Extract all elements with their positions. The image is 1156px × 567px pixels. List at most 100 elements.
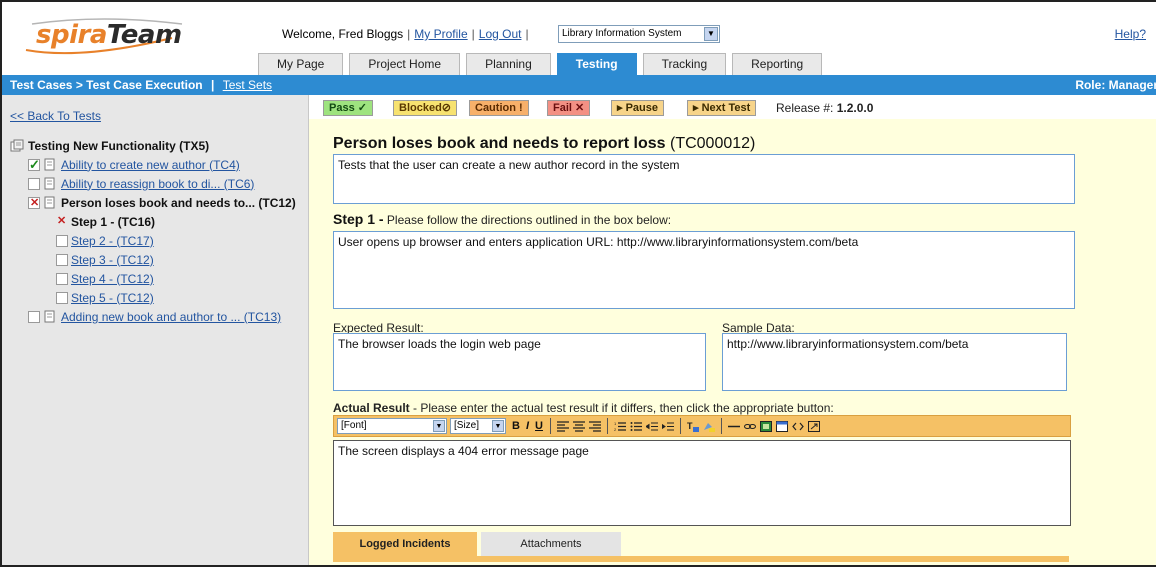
- welcome-text: Welcome, Fred Bloggs: [282, 27, 404, 41]
- test-case-id: (TC000012): [669, 135, 756, 152]
- not-run-checkbox-icon: [56, 234, 68, 247]
- actual-result-heading: Actual Result: [333, 401, 410, 415]
- tab-logged-incidents[interactable]: Logged Incidents: [333, 532, 477, 556]
- test-sets-link[interactable]: Test Sets: [223, 78, 272, 92]
- link-icon[interactable]: [743, 421, 756, 432]
- tree-step-label: Step 2 - (TC17): [71, 233, 154, 248]
- tree-item-label: Ability to reassign book to di... (TC6): [61, 176, 255, 191]
- tab-planning[interactable]: Planning: [466, 53, 551, 75]
- not-run-checkbox-icon: [56, 291, 68, 304]
- outdent-icon[interactable]: [645, 421, 658, 432]
- tree-item-tc12[interactable]: Person loses book and needs to... (TC12): [10, 193, 296, 212]
- toolbar-divider: [549, 418, 551, 434]
- align-left-icon[interactable]: [556, 420, 569, 432]
- release-value: 1.2.0.0: [836, 101, 874, 115]
- test-case-icon: [44, 158, 55, 171]
- logo-team: Team: [106, 20, 182, 50]
- pass-button[interactable]: Pass ✓: [323, 100, 373, 116]
- sidebar: << Back To Tests Testing New Functionali…: [2, 95, 309, 565]
- tree-item-tc4[interactable]: Ability to create new author (TC4): [10, 155, 296, 174]
- test-tree: Testing New Functionality (TX5) Ability …: [10, 136, 296, 326]
- align-right-icon[interactable]: [588, 420, 601, 432]
- not-run-checkbox-icon: [28, 310, 40, 323]
- rich-text-toolbar: [Font] ▼ [Size] ▼ B I U 12 T: [333, 415, 1071, 437]
- pause-button[interactable]: ▸ Pause: [611, 100, 664, 116]
- image-icon[interactable]: [759, 420, 772, 432]
- tab-testing[interactable]: Testing: [556, 53, 637, 75]
- next-test-button[interactable]: ▸ Next Test: [687, 100, 757, 116]
- test-case-name: Person loses book and needs to report lo…: [333, 135, 666, 152]
- test-case-title: Person loses book and needs to report lo…: [333, 135, 755, 153]
- indent-icon[interactable]: [661, 421, 674, 432]
- not-run-checkbox-icon: [56, 272, 68, 285]
- test-case-icon: [44, 177, 55, 190]
- back-to-tests-link[interactable]: << Back To Tests: [10, 109, 101, 123]
- test-case-icon: [44, 196, 55, 209]
- header: spiraTeam Welcome, Fred Bloggs | My Profil…: [2, 2, 1156, 75]
- help-link[interactable]: Help?: [1115, 27, 1146, 41]
- unordered-list-icon[interactable]: [630, 421, 642, 432]
- breadcrumb-separator: |: [210, 78, 215, 92]
- step-heading: Step 1 - Please follow the directions ou…: [333, 211, 671, 227]
- project-select[interactable]: Library Information System ▼: [558, 25, 720, 43]
- not-run-checkbox-icon: [28, 177, 40, 190]
- incident-tabs: Logged Incidents Attachments: [333, 532, 1069, 564]
- underline-button[interactable]: U: [535, 420, 543, 432]
- highlight-color-icon[interactable]: [703, 421, 715, 432]
- tree-step-label: Step 3 - (TC12): [71, 252, 154, 267]
- tree-step-5[interactable]: Step 5 - (TC12): [10, 288, 296, 307]
- tree-step-3[interactable]: Step 3 - (TC12): [10, 250, 296, 269]
- spirateam-logo[interactable]: spiraTeam: [22, 16, 192, 58]
- tree-item-test-set[interactable]: Testing New Functionality (TX5): [10, 136, 296, 155]
- ordered-list-icon[interactable]: 12: [614, 421, 626, 432]
- tree-step-label: Step 1 - (TC16): [71, 214, 156, 229]
- separator: |: [525, 27, 529, 41]
- svg-text:1: 1: [614, 421, 617, 426]
- chevron-down-icon[interactable]: ▼: [433, 420, 445, 432]
- step-instructions: Please follow the directions outlined in…: [386, 213, 672, 227]
- caution-button[interactable]: Caution !: [469, 100, 529, 116]
- tab-project-home[interactable]: Project Home: [349, 53, 461, 75]
- fullscreen-icon[interactable]: [807, 420, 820, 432]
- role-label: Role: Manager: [1075, 78, 1156, 92]
- my-profile-link[interactable]: My Profile: [414, 27, 467, 41]
- tree-step-4[interactable]: Step 4 - (TC12): [10, 269, 296, 288]
- tree-item-label: Adding new book and author to ... (TC13): [61, 309, 282, 324]
- app-window: spiraTeam Welcome, Fred Bloggs | My Profil…: [0, 0, 1156, 567]
- font-select-value: [Font]: [341, 420, 367, 431]
- tree-step-label: Step 4 - (TC12): [71, 271, 154, 286]
- bold-button[interactable]: B: [512, 420, 520, 432]
- breadcrumb-bar: Test Cases > Test Case Execution | Test …: [2, 75, 1156, 95]
- text-color-icon[interactable]: T: [687, 421, 699, 432]
- tab-my-page[interactable]: My Page: [258, 53, 344, 75]
- test-set-icon: [10, 139, 24, 152]
- table-icon[interactable]: [775, 420, 788, 432]
- tree-step-1[interactable]: Step 1 - (TC16): [10, 212, 296, 231]
- italic-button[interactable]: I: [526, 420, 529, 432]
- chevron-down-icon[interactable]: ▼: [492, 420, 504, 432]
- tree-item-tc6[interactable]: Ability to reassign book to di... (TC6): [10, 174, 296, 193]
- svg-text:T: T: [687, 421, 693, 431]
- blocked-button[interactable]: Blocked⊘: [393, 100, 458, 116]
- align-center-icon[interactable]: [572, 420, 585, 432]
- tree-step-2[interactable]: Step 2 - (TC17): [10, 231, 296, 250]
- tab-tracking[interactable]: Tracking: [642, 53, 727, 75]
- actual-result-editor[interactable]: The screen displays a 404 error message …: [333, 440, 1071, 526]
- tree-item-label: Testing New Functionality (TX5): [28, 138, 210, 153]
- horizontal-rule-icon[interactable]: [727, 421, 740, 432]
- log-out-link[interactable]: Log Out: [479, 27, 522, 41]
- tab-attachments[interactable]: Attachments: [481, 532, 621, 556]
- release-number: Release #: 1.2.0.0: [776, 101, 873, 115]
- pass-checkbox-icon: [28, 157, 40, 173]
- main-content: Person loses book and needs to report lo…: [309, 119, 1156, 565]
- tab-reporting[interactable]: Reporting: [732, 53, 823, 75]
- source-code-icon[interactable]: [792, 421, 804, 432]
- tab-panel-strip: [333, 556, 1069, 562]
- expected-result-box: The browser loads the login web page: [333, 333, 706, 391]
- fail-checkbox-icon: [28, 196, 40, 209]
- font-select[interactable]: [Font] ▼: [337, 418, 447, 434]
- chevron-down-icon[interactable]: ▼: [704, 27, 718, 41]
- size-select[interactable]: [Size] ▼: [450, 418, 506, 434]
- tree-item-tc13[interactable]: Adding new book and author to ... (TC13): [10, 307, 296, 326]
- fail-button[interactable]: Fail ✕: [547, 100, 591, 116]
